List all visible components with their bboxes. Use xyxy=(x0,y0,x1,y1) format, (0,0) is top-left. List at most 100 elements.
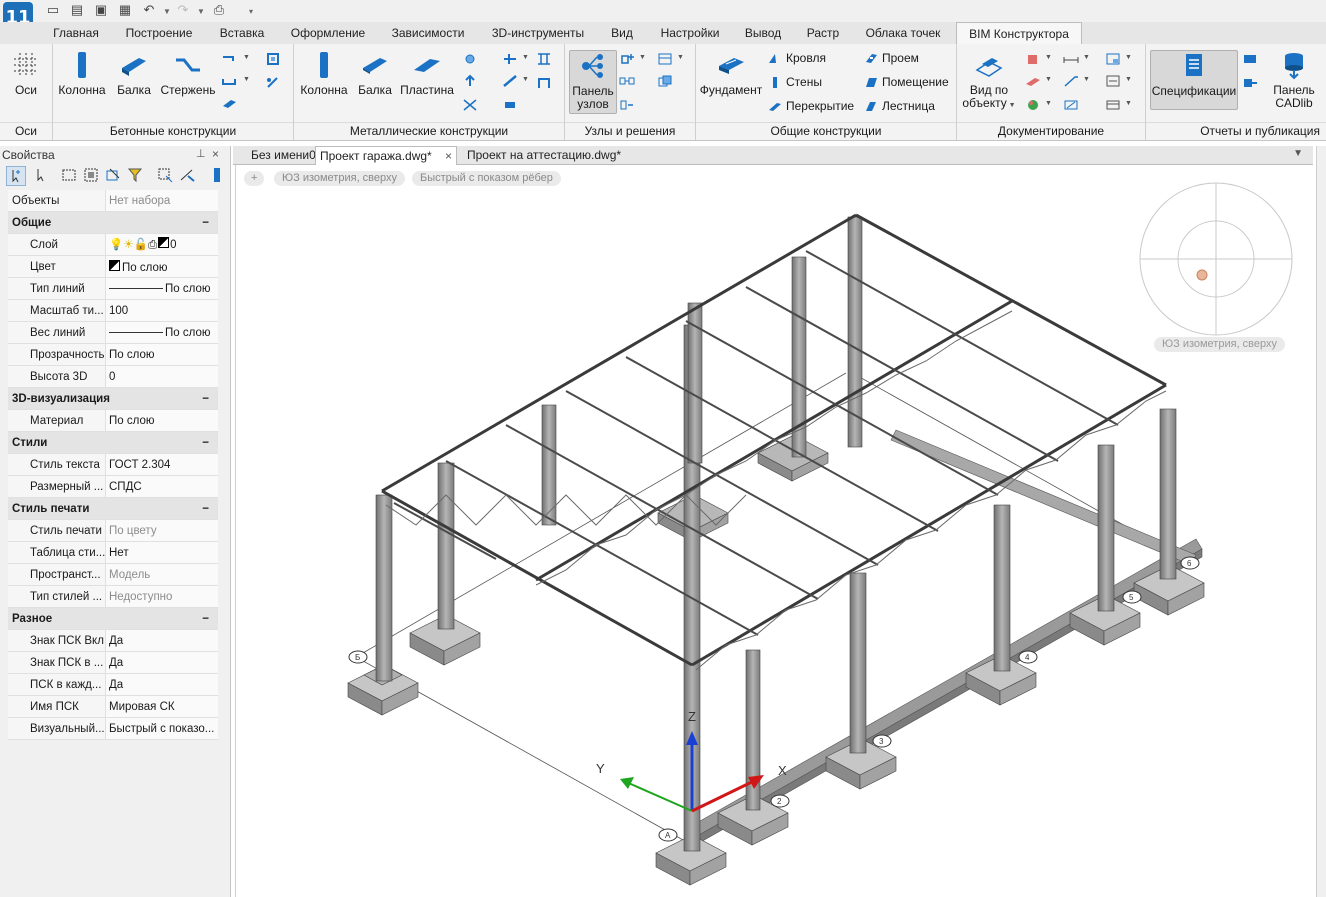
walls-button[interactable]: Стены xyxy=(768,73,822,91)
rebar-hook-icon[interactable] xyxy=(221,52,237,66)
concrete-rod-button[interactable]: Стержень xyxy=(157,50,219,97)
redo-icon[interactable]: ↷ xyxy=(174,2,192,18)
metal-connect-icon[interactable] xyxy=(502,52,518,66)
undo-icon[interactable]: ↶ xyxy=(140,2,158,18)
print-icon[interactable]: ⎙ xyxy=(210,2,228,18)
metal-connect-dropdown-icon[interactable]: ▼ xyxy=(522,54,529,61)
cut-plane-icon[interactable] xyxy=(1025,74,1041,88)
report-publish-icon[interactable] xyxy=(1242,76,1258,90)
property-value[interactable]: ГОСТ 2.304 xyxy=(105,453,218,476)
rebar-hook-dropdown-icon[interactable]: ▼ xyxy=(243,54,250,61)
view-by-object-dropdown-icon[interactable]: ▼ xyxy=(1007,102,1016,109)
tab-output[interactable]: Вывод xyxy=(736,22,790,44)
section-general[interactable]: Общие − xyxy=(8,211,218,234)
leader-icon[interactable] xyxy=(1063,74,1079,88)
model-color-icon[interactable] xyxy=(1025,98,1041,112)
tab-view[interactable]: Вид xyxy=(600,22,644,44)
model-color-dropdown-icon[interactable]: ▼ xyxy=(1045,100,1052,107)
select-all-icon[interactable] xyxy=(82,166,100,184)
section-cube-dropdown-icon[interactable]: ▼ xyxy=(1045,54,1052,61)
rebar-mesh-icon[interactable] xyxy=(221,96,237,110)
redo-dropdown-icon[interactable]: ▼ xyxy=(192,4,210,20)
node-add-icon[interactable] xyxy=(619,52,635,66)
metal-stiffener-icon[interactable] xyxy=(502,98,518,112)
property-value[interactable]: Да xyxy=(105,629,218,652)
dimension-dropdown-icon[interactable]: ▼ xyxy=(1083,54,1090,61)
objects-value[interactable]: Нет набора xyxy=(105,190,218,212)
sheet-icon[interactable] xyxy=(1105,52,1121,66)
lineweight-value[interactable]: По слою xyxy=(105,321,218,344)
property-value[interactable]: 100 xyxy=(105,299,218,322)
room-button[interactable]: Помещение xyxy=(864,73,949,91)
mark-icon[interactable] xyxy=(1063,98,1079,112)
dwg-export-dropdown-icon[interactable]: ▼ xyxy=(1125,76,1132,83)
tab-raster[interactable]: Растр xyxy=(796,22,850,44)
metal-weld-icon[interactable] xyxy=(462,74,478,88)
layout-dropdown-icon[interactable]: ▼ xyxy=(1125,100,1132,107)
doc-tab-garage[interactable]: Проект гаража.dwg* × xyxy=(315,146,457,165)
leader-dropdown-icon[interactable]: ▼ xyxy=(1083,76,1090,83)
concrete-beam-button[interactable]: Балка xyxy=(111,50,157,97)
filter-icon[interactable] xyxy=(126,166,144,184)
tab-settings[interactable]: Настройки xyxy=(650,22,730,44)
cadlib-panel-button[interactable]: Панель CADlib xyxy=(1266,50,1322,110)
axes-button[interactable]: Оси xyxy=(6,50,46,97)
concrete-opening-icon[interactable] xyxy=(265,52,281,66)
section-misc[interactable]: Разное − xyxy=(8,607,218,630)
tabs-menu-icon[interactable]: ▼ xyxy=(1293,148,1303,159)
roof-button[interactable]: Кровля xyxy=(768,49,826,67)
property-value[interactable]: Нет xyxy=(105,541,218,564)
section-print-style[interactable]: Стиль печати − xyxy=(8,497,218,520)
metal-plate-button[interactable]: Пластина xyxy=(398,50,456,97)
property-value[interactable]: Да xyxy=(105,651,218,674)
select-connected-icon[interactable] xyxy=(156,166,174,184)
stair-button[interactable]: Лестница xyxy=(864,97,935,115)
section-3d-visualization[interactable]: 3D-визуализация − xyxy=(8,387,218,410)
linetype-value[interactable]: По слою xyxy=(105,277,218,300)
section-styles[interactable]: Стили − xyxy=(8,431,218,454)
select-similar-icon[interactable] xyxy=(104,166,122,184)
garage-3d-model[interactable]: Z Y X А Б 2 3 4 5 6 5 xyxy=(236,165,1316,897)
metal-frame-icon[interactable] xyxy=(536,76,552,90)
report-table-icon[interactable] xyxy=(1242,52,1258,66)
sheet-dropdown-icon[interactable]: ▼ xyxy=(1125,54,1132,61)
foundation-button[interactable]: Фундамент xyxy=(698,50,764,97)
node-split-icon[interactable] xyxy=(619,98,635,112)
property-value[interactable]: 0 xyxy=(105,365,218,388)
metal-cut-icon[interactable] xyxy=(502,74,518,88)
node-table-dropdown-icon[interactable]: ▼ xyxy=(677,54,684,61)
tab-3d-tools[interactable]: 3D-инструменты xyxy=(482,22,594,44)
rebar-stirrup-icon[interactable] xyxy=(221,74,237,88)
open-folder-icon[interactable]: ▤ xyxy=(68,2,86,18)
metal-column-button[interactable]: Колонна xyxy=(298,50,350,97)
property-value[interactable]: Быстрый с показо... xyxy=(105,717,218,740)
concrete-column-button[interactable]: Колонна xyxy=(57,50,107,97)
dwg-export-icon[interactable] xyxy=(1105,74,1121,88)
collapse-icon[interactable]: − xyxy=(202,503,209,515)
layer-value[interactable]: 💡☀🔓⎙ 0 xyxy=(105,233,218,256)
tab-point-clouds[interactable]: Облака точек xyxy=(856,22,950,44)
tab-annotation[interactable]: Оформление xyxy=(282,22,374,44)
specifications-button[interactable]: Спецификации xyxy=(1150,50,1238,110)
new-file-icon[interactable]: ▭ xyxy=(44,2,62,18)
doc-tab-untitled[interactable]: Без имени0 xyxy=(247,146,321,164)
layout-icon[interactable] xyxy=(1105,98,1121,112)
select-window-icon[interactable] xyxy=(60,166,78,184)
model-viewport[interactable]: + ЮЗ изометрия, сверху Быстрый с показом… xyxy=(235,165,1316,897)
tab-bim-constructor[interactable]: BIM Конструктора xyxy=(956,22,1082,45)
collapse-icon[interactable]: − xyxy=(202,393,209,405)
collapse-icon[interactable]: − xyxy=(202,613,209,625)
cut-plane-dropdown-icon[interactable]: ▼ xyxy=(1045,76,1052,83)
concrete-edit-icon[interactable] xyxy=(265,76,281,90)
collapse-icon[interactable]: − xyxy=(202,437,209,449)
rebar-stirrup-dropdown-icon[interactable]: ▼ xyxy=(243,76,250,83)
select-pointer-icon[interactable] xyxy=(32,166,50,184)
metal-truss-icon[interactable] xyxy=(536,52,552,66)
slab-button[interactable]: Перекрытие xyxy=(768,97,854,115)
tab-constraints[interactable]: Зависимости xyxy=(380,22,476,44)
view-by-object-button[interactable]: Вид по объекту ▼ xyxy=(961,50,1017,112)
dimension-icon[interactable] xyxy=(1063,52,1079,66)
save-icon[interactable]: ▣ xyxy=(92,2,110,18)
tab-insert[interactable]: Вставка xyxy=(206,22,278,44)
quick-select-add-icon[interactable] xyxy=(6,166,26,186)
